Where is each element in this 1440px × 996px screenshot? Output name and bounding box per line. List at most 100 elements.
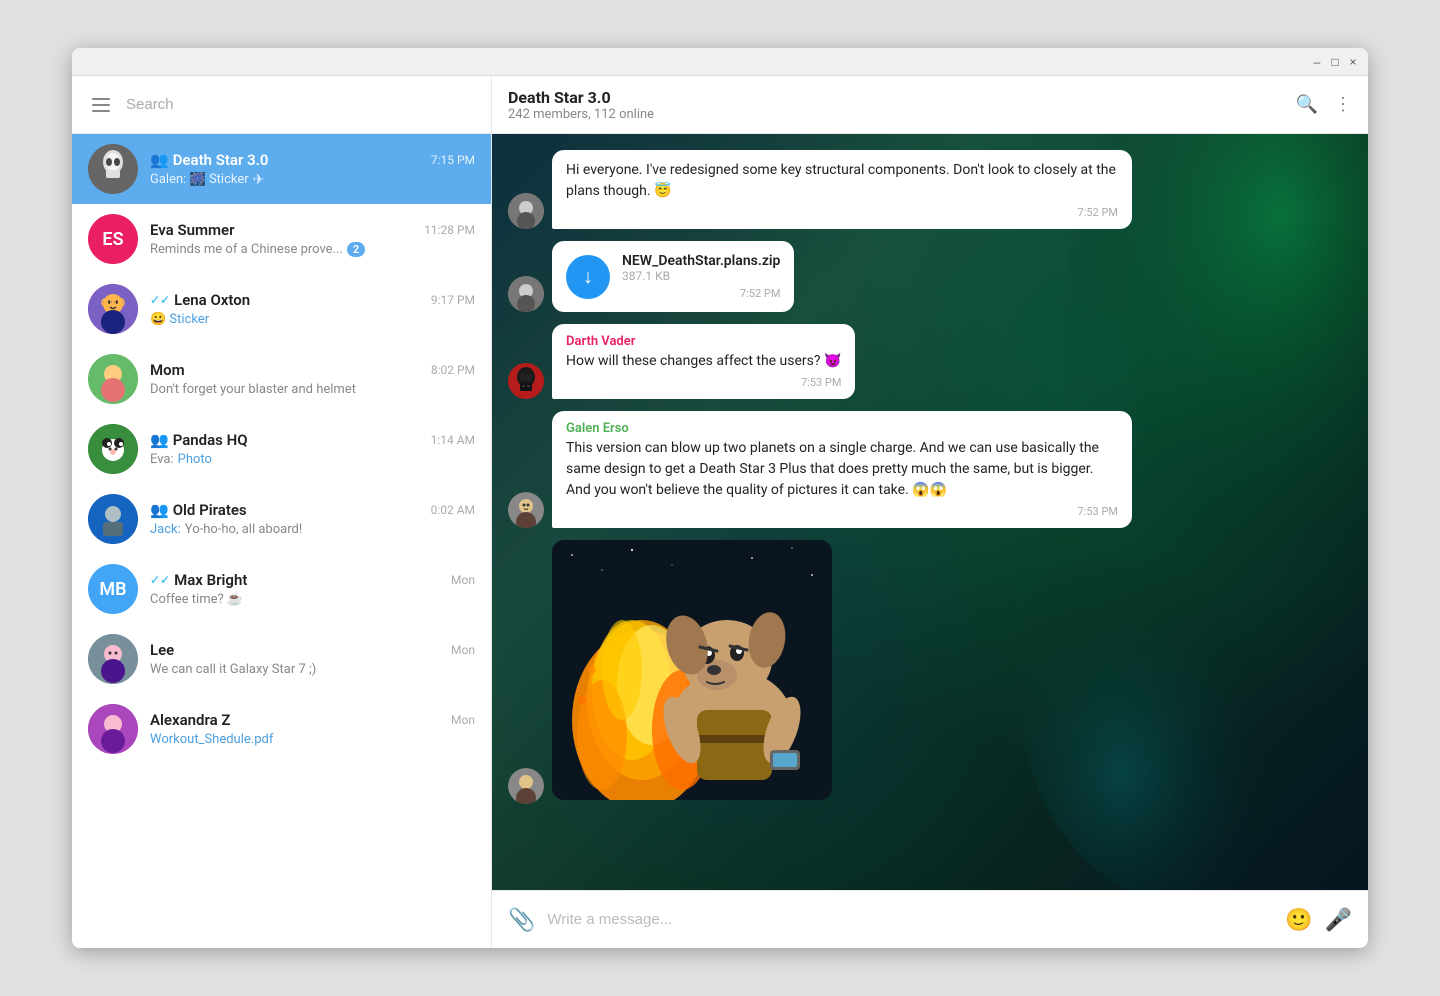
emoji-button[interactable]: 🙂 — [1285, 907, 1312, 933]
pin-icon: ✈ — [253, 172, 265, 188]
more-options-button[interactable]: ⋮ — [1334, 94, 1352, 115]
chat-time: Mon — [451, 573, 475, 587]
group-icon: 👥 — [150, 431, 169, 449]
avatar — [88, 634, 138, 684]
chat-item-pirates[interactable]: 👥 Old Pirates 0:02 AM Jack: Yo-ho-ho, al… — [72, 484, 491, 554]
chat-item-mom[interactable]: Mom 8:02 PM Don't forget your blaster an… — [72, 344, 491, 414]
chat-time: Mon — [451, 643, 475, 657]
close-button[interactable]: × — [1346, 55, 1360, 69]
avatar — [88, 284, 138, 334]
avatar: MB — [88, 564, 138, 614]
chat-panel: Death Star 3.0 242 members, 112 online 🔍… — [492, 76, 1368, 948]
sidebar: 👥 Death Star 3.0 7:15 PM Galen: 🎆 Sticke… — [72, 76, 492, 948]
message-avatar — [508, 276, 544, 312]
chat-info: ✓✓ Lena Oxton 9:17 PM 😀 Sticker — [150, 291, 475, 327]
sticker-image — [552, 540, 832, 804]
message-text: Hi everyone. I've redesigned some key st… — [566, 160, 1118, 202]
chat-item-lena[interactable]: ✓✓ Lena Oxton 9:17 PM 😀 Sticker — [72, 274, 491, 344]
sticker-row — [508, 540, 1352, 804]
message-text: How will these changes affect the users?… — [566, 351, 841, 372]
message-input[interactable] — [547, 911, 1273, 928]
chat-preview: Coffee time? ☕ — [150, 592, 475, 607]
message-bubble: Darth Vader How will these changes affec… — [552, 324, 855, 399]
chat-list: 👥 Death Star 3.0 7:15 PM Galen: 🎆 Sticke… — [72, 134, 491, 948]
message-bubble: Hi everyone. I've redesigned some key st… — [552, 150, 1132, 229]
menu-button[interactable] — [88, 94, 114, 116]
search-input[interactable] — [126, 96, 475, 113]
file-name: NEW_DeathStar.plans.zip — [622, 253, 780, 269]
app-window: – □ × — [72, 48, 1368, 948]
avatar — [88, 704, 138, 754]
message-time: 7:52 PM — [622, 287, 780, 300]
avatar — [88, 144, 138, 194]
chat-item-max[interactable]: MB ✓✓ Max Bright Mon Coffee time? ☕ — [72, 554, 491, 624]
read-check-icon: ✓✓ — [150, 573, 170, 587]
title-bar: – □ × — [72, 48, 1368, 76]
chat-time: 11:28 PM — [424, 223, 475, 237]
maximize-button[interactable]: □ — [1328, 55, 1342, 69]
minimize-button[interactable]: – — [1310, 55, 1324, 69]
attach-button[interactable]: 📎 — [508, 907, 535, 933]
avatar — [88, 424, 138, 474]
message-bubble: Galen Erso This version can blow up two … — [552, 411, 1132, 528]
chat-header-subtitle: 242 members, 112 online — [508, 107, 1284, 122]
chat-header-info: Death Star 3.0 242 members, 112 online — [508, 88, 1284, 122]
input-area: 📎 🙂 🎤 — [492, 890, 1368, 948]
chat-info: ✓✓ Max Bright Mon Coffee time? ☕ — [150, 571, 475, 607]
avatar: ES — [88, 214, 138, 264]
chat-time: 7:15 PM — [431, 153, 475, 167]
message-row: ↓ NEW_DeathStar.plans.zip 387.1 KB 7:52 … — [508, 241, 1352, 312]
chat-preview: 😀 Sticker — [150, 312, 475, 327]
chat-time: 8:02 PM — [431, 363, 475, 377]
chat-info: Eva Summer 11:28 PM Reminds me of a Chin… — [150, 221, 475, 257]
main-content: 👥 Death Star 3.0 7:15 PM Galen: 🎆 Sticke… — [72, 76, 1368, 948]
file-size: 387.1 KB — [622, 269, 780, 283]
message-avatar — [508, 363, 544, 399]
chat-preview: Don't forget your blaster and helmet — [150, 382, 475, 397]
chat-item-alexandra[interactable]: Alexandra Z Mon Workout_Shedule.pdf — [72, 694, 491, 764]
message-row: Hi everyone. I've redesigned some key st… — [508, 150, 1352, 229]
sender-name: Galen Erso — [566, 421, 1118, 436]
chat-preview: Galen: 🎆 Sticker ✈ — [150, 172, 475, 188]
chat-item-lee[interactable]: Lee Mon We can call it Galaxy Star 7 ;) — [72, 624, 491, 694]
group-icon: 👥 — [150, 501, 169, 519]
chat-time: Mon — [451, 713, 475, 727]
chat-header-actions: 🔍 ⋮ — [1296, 94, 1352, 115]
search-messages-button[interactable]: 🔍 — [1296, 94, 1318, 115]
chat-info: Mom 8:02 PM Don't forget your blaster an… — [150, 361, 475, 397]
chat-name: 👥 Pandas HQ — [150, 431, 248, 449]
chat-item-eva[interactable]: ES Eva Summer 11:28 PM Reminds me of a C… — [72, 204, 491, 274]
file-bubble: ↓ NEW_DeathStar.plans.zip 387.1 KB 7:52 … — [552, 241, 794, 312]
chat-name: 👥 Death Star 3.0 — [150, 151, 269, 169]
avatar — [88, 494, 138, 544]
chat-name: Lee — [150, 641, 174, 659]
chat-item-death-star[interactable]: 👥 Death Star 3.0 7:15 PM Galen: 🎆 Sticke… — [72, 134, 491, 204]
read-check-icon: ✓✓ — [150, 293, 170, 307]
chat-info: 👥 Old Pirates 0:02 AM Jack: Yo-ho-ho, al… — [150, 501, 475, 537]
message-time: 7:53 PM — [566, 376, 841, 389]
unread-badge: 2 — [347, 242, 365, 257]
message-text: This version can blow up two planets on … — [566, 438, 1118, 501]
chat-header: Death Star 3.0 242 members, 112 online 🔍… — [492, 76, 1368, 134]
chat-info: 👥 Pandas HQ 1:14 AM Eva: Photo — [150, 431, 475, 467]
chat-info: Alexandra Z Mon Workout_Shedule.pdf — [150, 711, 475, 747]
chat-name: Mom — [150, 361, 185, 379]
message-time: 7:53 PM — [566, 505, 1118, 518]
messages-area: Hi everyone. I've redesigned some key st… — [492, 134, 1368, 890]
chat-name: ✓✓ Max Bright — [150, 571, 247, 589]
chat-preview: We can call it Galaxy Star 7 ;) — [150, 662, 475, 677]
file-info: NEW_DeathStar.plans.zip 387.1 KB 7:52 PM — [622, 253, 780, 300]
sidebar-header — [72, 76, 491, 134]
message-row: Darth Vader How will these changes affec… — [508, 324, 1352, 399]
chat-name: ✓✓ Lena Oxton — [150, 291, 250, 309]
download-icon[interactable]: ↓ — [566, 255, 610, 299]
chat-info: Lee Mon We can call it Galaxy Star 7 ;) — [150, 641, 475, 677]
chat-item-pandas[interactable]: 👥 Pandas HQ 1:14 AM Eva: Photo — [72, 414, 491, 484]
microphone-button[interactable]: 🎤 — [1325, 907, 1352, 933]
chat-preview: Reminds me of a Chinese prove... 2 — [150, 242, 475, 257]
message-avatar — [508, 492, 544, 528]
chat-name: Alexandra Z — [150, 711, 230, 729]
avatar — [88, 354, 138, 404]
chat-time: 9:17 PM — [431, 293, 475, 307]
group-icon: 👥 — [150, 151, 169, 169]
